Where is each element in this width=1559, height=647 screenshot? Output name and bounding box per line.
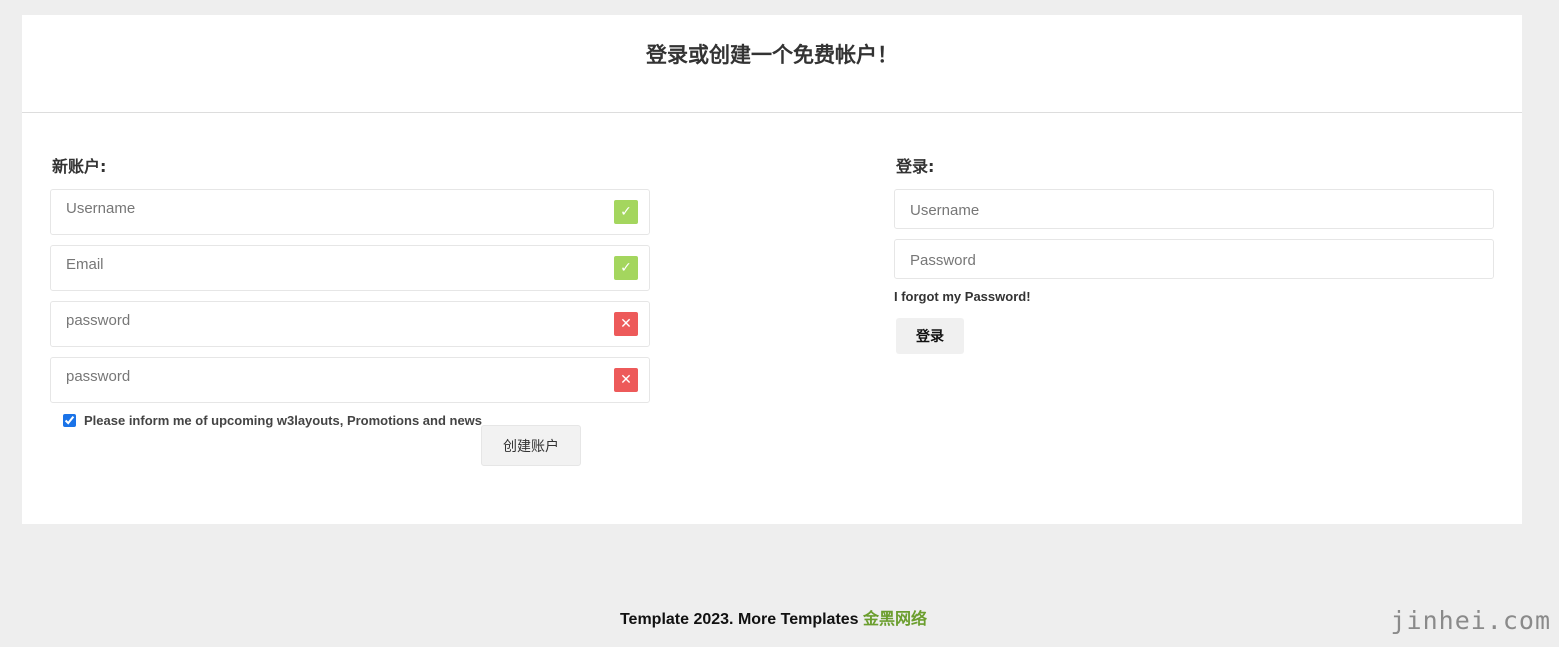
forgot-password-link[interactable]: I forgot my Password! [894,289,1494,304]
register-password-field: ✕ [50,301,650,347]
check-icon: ✓ [614,256,638,280]
login-heading: 登录: [896,157,935,176]
register-username-field: ✓ [50,189,650,235]
newsletter-label: Please inform me of upcoming w3layouts, … [84,413,483,428]
register-confirm-password-field: ✕ [50,357,650,403]
page-title: 登录或创建一个免费帐户！ [646,43,898,67]
register-confirm-password-input[interactable] [51,358,586,394]
footer: Template 2023. More Templates 金黑网络 [0,605,1547,629]
register-panel: 新账户: ✓ ✓ ✕ ✕ Please inform me of upcomin… [50,150,650,473]
register-email-field: ✓ [50,245,650,291]
check-icon: ✓ [614,200,638,224]
watermark: jinhei.com [1390,606,1551,635]
footer-link[interactable]: 金黑网络 [863,611,927,628]
x-icon: ✕ [614,312,638,336]
register-password-input[interactable] [51,302,586,338]
x-icon: ✕ [614,368,638,392]
login-password-field [894,239,1494,279]
register-username-input[interactable] [51,190,586,226]
create-account-button[interactable]: 创建账户 [481,425,581,466]
login-button[interactable]: 登录 [896,318,964,354]
newsletter-row: Please inform me of upcoming w3layouts, … [50,413,650,473]
login-username-field [894,189,1494,229]
auth-card: 登录或创建一个免费帐户！ 新账户: ✓ ✓ ✕ ✕ Please inform … [22,15,1522,524]
footer-text: Template 2023. More Templates [619,611,864,628]
login-panel: 登录: I forgot my Password! 登录 [894,150,1494,354]
register-email-input[interactable] [51,246,586,282]
newsletter-checkbox[interactable] [63,414,76,427]
register-heading: 新账户: [52,157,107,176]
login-username-input[interactable] [895,192,1430,228]
login-password-input[interactable] [895,242,1430,278]
card-header: 登录或创建一个免费帐户！ [22,15,1522,113]
